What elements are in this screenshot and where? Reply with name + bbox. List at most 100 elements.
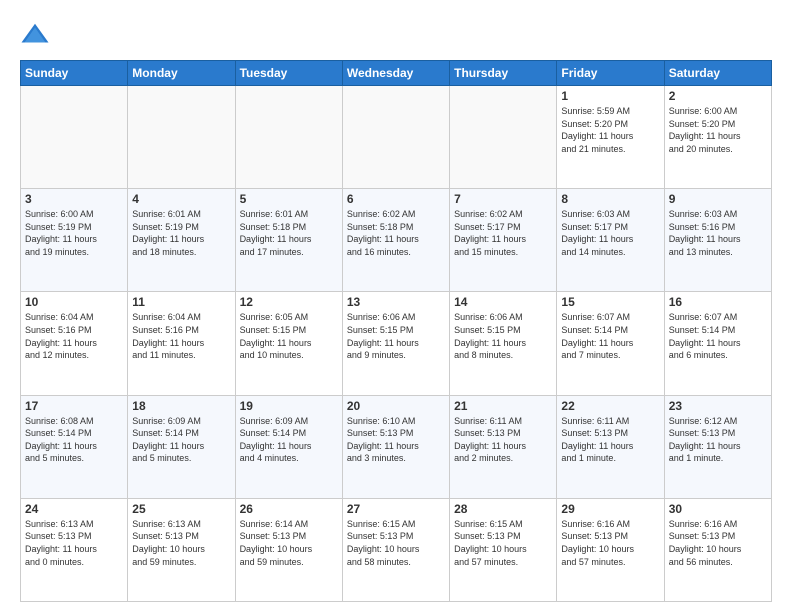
calendar-cell: 7 Sunrise: 6:02 AM Sunset: 5:17 PM Daylig… bbox=[450, 189, 557, 292]
calendar-cell: 12 Sunrise: 6:05 AM Sunset: 5:15 PM Dayli… bbox=[235, 292, 342, 395]
day-number: 12 bbox=[240, 295, 338, 309]
day-info: Sunrise: 6:15 AM Sunset: 5:13 PM Dayligh… bbox=[347, 518, 445, 568]
day-number: 18 bbox=[132, 399, 230, 413]
day-info: Sunrise: 6:11 AM Sunset: 5:13 PM Dayligh… bbox=[454, 415, 552, 465]
day-number: 21 bbox=[454, 399, 552, 413]
calendar-cell: 22 Sunrise: 6:11 AM Sunset: 5:13 PM Dayli… bbox=[557, 395, 664, 498]
day-info: Sunrise: 5:59 AM Sunset: 5:20 PM Dayligh… bbox=[561, 105, 659, 155]
day-info: Sunrise: 6:11 AM Sunset: 5:13 PM Dayligh… bbox=[561, 415, 659, 465]
calendar-cell: 19 Sunrise: 6:09 AM Sunset: 5:14 PM Dayli… bbox=[235, 395, 342, 498]
weekday-header-tuesday: Tuesday bbox=[235, 61, 342, 86]
day-number: 10 bbox=[25, 295, 123, 309]
day-number: 3 bbox=[25, 192, 123, 206]
weekday-header-thursday: Thursday bbox=[450, 61, 557, 86]
weekday-header-wednesday: Wednesday bbox=[342, 61, 449, 86]
day-info: Sunrise: 6:06 AM Sunset: 5:15 PM Dayligh… bbox=[454, 311, 552, 361]
day-number: 19 bbox=[240, 399, 338, 413]
day-number: 14 bbox=[454, 295, 552, 309]
day-info: Sunrise: 6:08 AM Sunset: 5:14 PM Dayligh… bbox=[25, 415, 123, 465]
calendar-cell: 27 Sunrise: 6:15 AM Sunset: 5:13 PM Dayli… bbox=[342, 498, 449, 601]
day-info: Sunrise: 6:12 AM Sunset: 5:13 PM Dayligh… bbox=[669, 415, 767, 465]
calendar-cell: 26 Sunrise: 6:14 AM Sunset: 5:13 PM Dayli… bbox=[235, 498, 342, 601]
day-info: Sunrise: 6:07 AM Sunset: 5:14 PM Dayligh… bbox=[561, 311, 659, 361]
calendar-cell: 21 Sunrise: 6:11 AM Sunset: 5:13 PM Dayli… bbox=[450, 395, 557, 498]
day-info: Sunrise: 6:05 AM Sunset: 5:15 PM Dayligh… bbox=[240, 311, 338, 361]
day-number: 25 bbox=[132, 502, 230, 516]
day-info: Sunrise: 6:13 AM Sunset: 5:13 PM Dayligh… bbox=[132, 518, 230, 568]
calendar-cell: 18 Sunrise: 6:09 AM Sunset: 5:14 PM Dayli… bbox=[128, 395, 235, 498]
day-info: Sunrise: 6:07 AM Sunset: 5:14 PM Dayligh… bbox=[669, 311, 767, 361]
day-number: 24 bbox=[25, 502, 123, 516]
day-info: Sunrise: 6:02 AM Sunset: 5:18 PM Dayligh… bbox=[347, 208, 445, 258]
day-number: 23 bbox=[669, 399, 767, 413]
day-number: 30 bbox=[669, 502, 767, 516]
calendar-cell: 24 Sunrise: 6:13 AM Sunset: 5:13 PM Dayli… bbox=[21, 498, 128, 601]
calendar-cell: 2 Sunrise: 6:00 AM Sunset: 5:20 PM Daylig… bbox=[664, 86, 771, 189]
day-info: Sunrise: 6:16 AM Sunset: 5:13 PM Dayligh… bbox=[561, 518, 659, 568]
calendar-cell: 11 Sunrise: 6:04 AM Sunset: 5:16 PM Dayli… bbox=[128, 292, 235, 395]
day-number: 1 bbox=[561, 89, 659, 103]
calendar-cell: 23 Sunrise: 6:12 AM Sunset: 5:13 PM Dayli… bbox=[664, 395, 771, 498]
logo bbox=[20, 20, 54, 50]
day-info: Sunrise: 6:04 AM Sunset: 5:16 PM Dayligh… bbox=[132, 311, 230, 361]
day-info: Sunrise: 6:04 AM Sunset: 5:16 PM Dayligh… bbox=[25, 311, 123, 361]
day-info: Sunrise: 6:10 AM Sunset: 5:13 PM Dayligh… bbox=[347, 415, 445, 465]
day-info: Sunrise: 6:01 AM Sunset: 5:18 PM Dayligh… bbox=[240, 208, 338, 258]
weekday-header-monday: Monday bbox=[128, 61, 235, 86]
calendar-week-3: 10 Sunrise: 6:04 AM Sunset: 5:16 PM Dayli… bbox=[21, 292, 772, 395]
weekday-header-row: SundayMondayTuesdayWednesdayThursdayFrid… bbox=[21, 61, 772, 86]
calendar-cell bbox=[450, 86, 557, 189]
weekday-header-saturday: Saturday bbox=[664, 61, 771, 86]
calendar-week-1: 1 Sunrise: 5:59 AM Sunset: 5:20 PM Daylig… bbox=[21, 86, 772, 189]
calendar-cell: 29 Sunrise: 6:16 AM Sunset: 5:13 PM Dayli… bbox=[557, 498, 664, 601]
calendar-cell: 17 Sunrise: 6:08 AM Sunset: 5:14 PM Dayli… bbox=[21, 395, 128, 498]
day-number: 8 bbox=[561, 192, 659, 206]
day-number: 26 bbox=[240, 502, 338, 516]
day-info: Sunrise: 6:13 AM Sunset: 5:13 PM Dayligh… bbox=[25, 518, 123, 568]
calendar-cell: 10 Sunrise: 6:04 AM Sunset: 5:16 PM Dayli… bbox=[21, 292, 128, 395]
day-number: 27 bbox=[347, 502, 445, 516]
day-info: Sunrise: 6:16 AM Sunset: 5:13 PM Dayligh… bbox=[669, 518, 767, 568]
calendar-cell bbox=[235, 86, 342, 189]
day-info: Sunrise: 6:03 AM Sunset: 5:16 PM Dayligh… bbox=[669, 208, 767, 258]
day-number: 11 bbox=[132, 295, 230, 309]
calendar-cell: 30 Sunrise: 6:16 AM Sunset: 5:13 PM Dayli… bbox=[664, 498, 771, 601]
calendar-cell: 1 Sunrise: 5:59 AM Sunset: 5:20 PM Daylig… bbox=[557, 86, 664, 189]
day-info: Sunrise: 6:06 AM Sunset: 5:15 PM Dayligh… bbox=[347, 311, 445, 361]
calendar-week-4: 17 Sunrise: 6:08 AM Sunset: 5:14 PM Dayli… bbox=[21, 395, 772, 498]
calendar-cell: 14 Sunrise: 6:06 AM Sunset: 5:15 PM Dayli… bbox=[450, 292, 557, 395]
day-info: Sunrise: 6:02 AM Sunset: 5:17 PM Dayligh… bbox=[454, 208, 552, 258]
day-number: 20 bbox=[347, 399, 445, 413]
day-number: 9 bbox=[669, 192, 767, 206]
weekday-header-friday: Friday bbox=[557, 61, 664, 86]
calendar-cell bbox=[342, 86, 449, 189]
day-number: 28 bbox=[454, 502, 552, 516]
day-number: 7 bbox=[454, 192, 552, 206]
calendar-cell: 3 Sunrise: 6:00 AM Sunset: 5:19 PM Daylig… bbox=[21, 189, 128, 292]
calendar-table: SundayMondayTuesdayWednesdayThursdayFrid… bbox=[20, 60, 772, 602]
day-number: 2 bbox=[669, 89, 767, 103]
calendar-cell: 8 Sunrise: 6:03 AM Sunset: 5:17 PM Daylig… bbox=[557, 189, 664, 292]
calendar-cell: 4Sunrise: 6:01 AM Sunset: 5:19 PM Daylig… bbox=[128, 189, 235, 292]
day-info: Sunrise: 6:09 AM Sunset: 5:14 PM Dayligh… bbox=[132, 415, 230, 465]
day-number: 4 bbox=[132, 192, 230, 206]
calendar-cell: 20 Sunrise: 6:10 AM Sunset: 5:13 PM Dayli… bbox=[342, 395, 449, 498]
day-number: 29 bbox=[561, 502, 659, 516]
day-number: 22 bbox=[561, 399, 659, 413]
day-info: Sunrise: 6:00 AM Sunset: 5:19 PM Dayligh… bbox=[25, 208, 123, 258]
day-info: Sunrise: 6:03 AM Sunset: 5:17 PM Dayligh… bbox=[561, 208, 659, 258]
calendar-cell: 13 Sunrise: 6:06 AM Sunset: 5:15 PM Dayli… bbox=[342, 292, 449, 395]
weekday-header-sunday: Sunday bbox=[21, 61, 128, 86]
day-number: 6 bbox=[347, 192, 445, 206]
day-info: Sunrise: 6:09 AM Sunset: 5:14 PM Dayligh… bbox=[240, 415, 338, 465]
day-number: 17 bbox=[25, 399, 123, 413]
day-number: 15 bbox=[561, 295, 659, 309]
calendar-cell: 28Sunrise: 6:15 AM Sunset: 5:13 PM Dayli… bbox=[450, 498, 557, 601]
day-number: 13 bbox=[347, 295, 445, 309]
day-info: Sunrise: 6:00 AM Sunset: 5:20 PM Dayligh… bbox=[669, 105, 767, 155]
calendar-cell: 9 Sunrise: 6:03 AM Sunset: 5:16 PM Daylig… bbox=[664, 189, 771, 292]
day-info: Sunrise: 6:14 AM Sunset: 5:13 PM Dayligh… bbox=[240, 518, 338, 568]
calendar-week-2: 3 Sunrise: 6:00 AM Sunset: 5:19 PM Daylig… bbox=[21, 189, 772, 292]
calendar-cell: 15 Sunrise: 6:07 AM Sunset: 5:14 PM Dayli… bbox=[557, 292, 664, 395]
logo-icon bbox=[20, 20, 50, 50]
